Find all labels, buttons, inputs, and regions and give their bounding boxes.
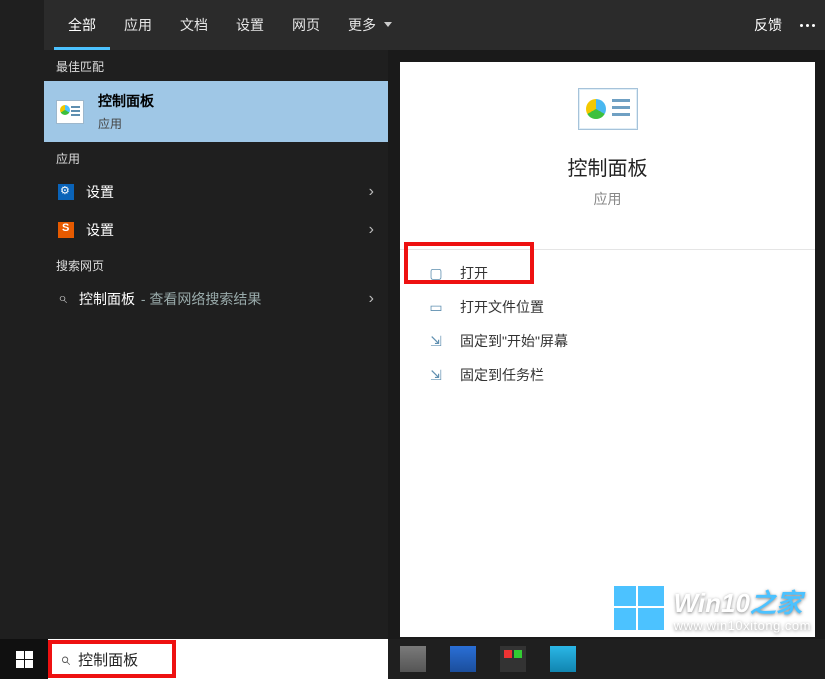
app-result-settings-2[interactable]: 设置 › [44, 211, 388, 249]
tab-apps[interactable]: 应用 [110, 1, 166, 50]
search-filter-bar: 全部 应用 文档 设置 网页 更多 反馈 [44, 0, 825, 50]
gear-icon [58, 222, 74, 238]
open-icon: ▢ [428, 265, 444, 281]
search-input[interactable] [78, 639, 388, 679]
tab-all[interactable]: 全部 [54, 1, 110, 50]
taskbar-app-2[interactable] [438, 639, 488, 679]
taskbar: ⌕ [0, 639, 825, 679]
app-result-settings-1[interactable]: 设置 › [44, 173, 388, 211]
action-pin-taskbar[interactable]: ⇲ 固定到任务栏 [400, 358, 815, 392]
watermark-url: www.win10xitong.com [674, 618, 811, 633]
result-detail-panel: 控制面板 应用 ▢ 打开 ▭ 打开文件位置 ⇲ 固定到"开始"屏幕 ⇲ 固定到任… [400, 62, 815, 637]
start-button[interactable] [0, 639, 48, 679]
taskbar-app-4[interactable] [538, 639, 588, 679]
pin-start-icon: ⇲ [428, 333, 444, 349]
section-best-match: 最佳匹配 [44, 50, 388, 81]
search-results-panel: 最佳匹配 控制面板 应用 应用 设置 › 设置 › 搜索网页 控制面板 - 查看… [44, 50, 388, 639]
detail-title: 控制面板 [568, 152, 648, 181]
action-label: 打开文件位置 [460, 297, 544, 317]
taskbar-pinned-apps [388, 639, 588, 679]
tab-more-label: 更多 [348, 15, 376, 35]
tab-web[interactable]: 网页 [278, 1, 334, 50]
app-result-label: 设置 [86, 220, 114, 240]
more-options-icon[interactable] [800, 24, 815, 27]
action-open-file-location[interactable]: ▭ 打开文件位置 [400, 290, 815, 324]
section-web: 搜索网页 [44, 249, 388, 280]
windows-logo-icon [614, 586, 664, 630]
watermark: Win10之家 www.win10xitong.com [614, 583, 811, 633]
best-match-title: 控制面板 [98, 91, 154, 111]
search-icon: ⌕ [60, 649, 70, 670]
taskbar-search[interactable]: ⌕ [48, 639, 388, 679]
pin-taskbar-icon: ⇲ [428, 367, 444, 383]
section-apps: 应用 [44, 142, 388, 173]
windows-logo-icon [16, 651, 33, 668]
action-pin-start[interactable]: ⇲ 固定到"开始"屏幕 [400, 324, 815, 358]
app-result-label: 设置 [86, 182, 114, 202]
web-term: 控制面板 [79, 291, 135, 307]
web-search-result[interactable]: 控制面板 - 查看网络搜索结果 › [44, 280, 388, 318]
best-match-subtitle: 应用 [98, 115, 154, 132]
watermark-brand-b: 之家 [750, 588, 802, 618]
chevron-down-icon [384, 22, 392, 27]
detail-subtitle: 应用 [594, 189, 622, 209]
watermark-brand-a: Win10 [674, 588, 750, 618]
feedback-link[interactable]: 反馈 [754, 15, 782, 35]
tab-settings[interactable]: 设置 [222, 1, 278, 50]
best-match-item[interactable]: 控制面板 应用 [44, 81, 388, 142]
folder-icon: ▭ [428, 299, 444, 315]
gear-icon [58, 184, 74, 200]
detail-actions: ▢ 打开 ▭ 打开文件位置 ⇲ 固定到"开始"屏幕 ⇲ 固定到任务栏 [400, 250, 815, 398]
action-open[interactable]: ▢ 打开 [400, 256, 815, 290]
chevron-right-icon: › [369, 221, 374, 239]
control-panel-icon [578, 88, 638, 130]
web-suffix: - 查看网络搜索结果 [137, 291, 261, 307]
start-left-strip [0, 0, 44, 639]
control-panel-icon [56, 100, 84, 124]
chevron-right-icon: › [369, 183, 374, 201]
tab-more[interactable]: 更多 [334, 1, 406, 50]
search-icon [58, 290, 67, 308]
action-label: 固定到"开始"屏幕 [460, 331, 568, 351]
tab-documents[interactable]: 文档 [166, 1, 222, 50]
action-label: 固定到任务栏 [460, 365, 544, 385]
taskbar-app-3[interactable] [488, 639, 538, 679]
taskbar-app-1[interactable] [388, 639, 438, 679]
chevron-right-icon: › [369, 290, 374, 308]
action-label: 打开 [460, 263, 488, 283]
